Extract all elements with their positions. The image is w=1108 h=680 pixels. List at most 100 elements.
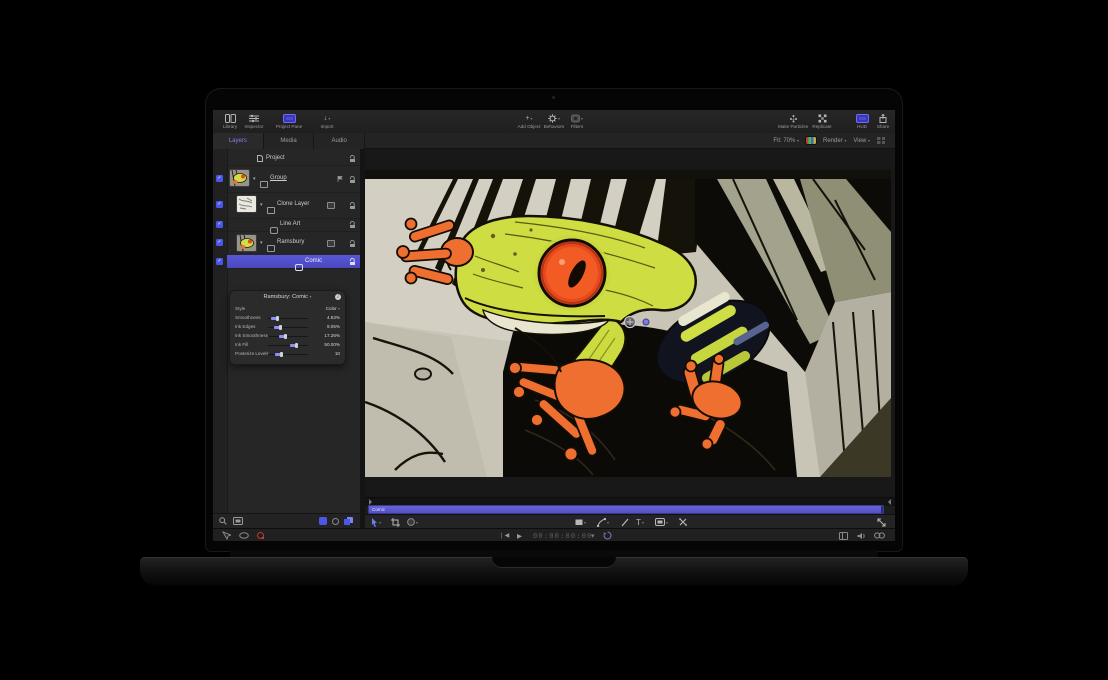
play-range-out-marker[interactable]: [888, 499, 891, 505]
disclosure-triangle-icon[interactable]: ▾: [253, 176, 256, 182]
hud-title[interactable]: Ramsbury: Comic ▾: [230, 294, 345, 300]
chevron-down-icon: ▾: [379, 520, 381, 525]
hud-button[interactable]: HUD: [851, 111, 873, 132]
layer-row-clone-layer[interactable]: ✓ ▾ Clone Layer: [213, 192, 360, 219]
play-button[interactable]: ▶: [517, 529, 522, 541]
layer-row-ramsbury[interactable]: ✓ ▾ Ramsbury: [213, 231, 360, 256]
tab-layers[interactable]: Layers: [213, 133, 264, 149]
replicate-button[interactable]: Replicate: [809, 111, 835, 132]
pen-icon: [597, 518, 606, 527]
add-object-icon: +: [525, 114, 529, 124]
canvas[interactable]: [365, 149, 895, 497]
loop-playback-button[interactable]: [603, 529, 612, 541]
diagonal-arrows-icon: [877, 518, 886, 527]
mask-tool[interactable]: [679, 515, 687, 529]
lock-icon[interactable]: [349, 155, 355, 162]
new-camera-button[interactable]: [332, 518, 339, 525]
canvas-status-bar: Fit: 70% ▾ Render ▾ View ▾: [365, 133, 895, 149]
timeline-zoom-control[interactable]: [877, 515, 886, 529]
layers-panel-footer: [213, 513, 360, 529]
lock-icon[interactable]: [349, 258, 355, 265]
render-badge-icon[interactable]: [327, 202, 335, 209]
info-icon[interactable]: i: [335, 294, 341, 300]
lock-icon[interactable]: [349, 240, 355, 247]
clone-layer-checkbox[interactable]: ✓: [216, 201, 223, 208]
layer-row-project[interactable]: Project: [213, 151, 360, 166]
share-button[interactable]: Share: [873, 111, 893, 132]
color-channels-swatch[interactable]: [806, 137, 816, 144]
play-icon: ▶: [517, 532, 522, 540]
render-badge-icon[interactable]: [327, 240, 335, 247]
group-checkbox[interactable]: ✓: [216, 175, 223, 182]
make-particles-button[interactable]: Make Particles: [775, 111, 811, 132]
project-pane-icon: [283, 114, 296, 123]
smoothness-slider[interactable]: [268, 315, 308, 321]
timeline-clip-comic[interactable]: Comic: [368, 505, 884, 514]
flag-icon[interactable]: [337, 176, 343, 182]
posterize-levels-slider[interactable]: [268, 351, 308, 357]
paint-stroke-tool[interactable]: ▾: [407, 515, 418, 529]
loop-icon[interactable]: [874, 529, 885, 541]
layer-row-comic[interactable]: Comic: [227, 255, 360, 269]
ramsbury-checkbox[interactable]: ✓: [216, 239, 223, 246]
keyframe-tool-icon[interactable]: [222, 529, 231, 541]
tab-audio[interactable]: Audio: [314, 133, 365, 149]
layer-row-group[interactable]: ✓ ▾ Group: [213, 166, 360, 193]
select-transform-tool[interactable]: ▾: [371, 515, 381, 529]
search-icon[interactable]: [219, 517, 227, 525]
lock-icon[interactable]: [349, 176, 355, 183]
ink-smoothness-slider[interactable]: [268, 333, 308, 339]
record-button[interactable]: [257, 529, 264, 541]
ink-fill-slider[interactable]: [268, 342, 308, 348]
project-pane-button[interactable]: Project Pane: [269, 111, 309, 132]
show-timeline-button[interactable]: [839, 529, 848, 541]
comic-checkbox[interactable]: ✓: [216, 258, 223, 265]
inspector-button[interactable]: Inspector: [241, 111, 267, 132]
chevron-down-icon: ▾: [666, 520, 668, 525]
filters-button[interactable]: ▾ Filters: [565, 111, 589, 132]
filter-icon: [295, 259, 303, 277]
chevron-down-icon: ▾: [416, 520, 418, 525]
lock-icon[interactable]: [349, 202, 355, 209]
ink-edges-slider[interactable]: [268, 324, 308, 330]
import-button[interactable]: ↓▾ Import: [313, 111, 341, 132]
ramsbury-thumbnail: [237, 235, 256, 251]
clip-trim-handle[interactable]: [881, 506, 883, 513]
go-to-start-button[interactable]: |◀: [501, 529, 509, 541]
main-toolbar: Library Inspector Project Pane ↓▾ Import…: [213, 110, 895, 134]
zoom-level-popup[interactable]: Fit: 70% ▾: [773, 138, 799, 144]
behaviors-button[interactable]: ▾ Behaviors: [541, 111, 567, 132]
hud-row-ink-fill: Ink Fill 50.00%: [230, 341, 345, 350]
lock-icon[interactable]: [349, 221, 355, 228]
hud-panel[interactable]: Ramsbury: Comic ▾ i Style Color ▾ Smooth…: [230, 291, 345, 364]
image-mask-tool[interactable]: ▾: [655, 515, 668, 529]
timecode-display[interactable]: 00:00:00:00: [533, 529, 593, 541]
animation-menu-icon[interactable]: [239, 529, 249, 541]
layer-row-line-art[interactable]: ✓ Line Art: [213, 218, 360, 232]
disclosure-triangle-icon[interactable]: ▾: [260, 240, 263, 246]
gear-icon: [548, 114, 557, 123]
style-popup[interactable]: Color ▾: [326, 306, 340, 311]
text-tool[interactable]: T ▾: [636, 515, 644, 529]
bezier-tool[interactable]: ▾: [597, 515, 609, 529]
tab-media[interactable]: Media: [264, 133, 315, 149]
shape-tool[interactable]: ▾: [575, 515, 586, 529]
timecode-popup-chevron[interactable]: ▾: [591, 529, 595, 541]
view-popup[interactable]: View ▾: [853, 138, 870, 144]
hud-row-ink-edges: Ink Edges 9.05%: [230, 323, 345, 332]
view-layout-icon[interactable]: [877, 137, 885, 144]
disclosure-triangle-icon[interactable]: ▾: [260, 202, 263, 208]
chevron-down-icon: ▾: [310, 294, 312, 299]
line-tool[interactable]: [621, 515, 629, 529]
render-popup[interactable]: Render ▾: [823, 138, 846, 144]
laptop-base: [140, 557, 968, 586]
share-icon: [879, 114, 887, 123]
new-layer-button[interactable]: [344, 517, 353, 525]
line-art-checkbox[interactable]: ✓: [216, 221, 223, 228]
filmstrip-view-icon[interactable]: [233, 517, 243, 525]
lid-notch: [492, 557, 616, 568]
library-button[interactable]: Library: [219, 111, 241, 132]
new-group-button[interactable]: [319, 517, 327, 525]
audio-mute-button[interactable]: [857, 529, 866, 541]
crop-tool[interactable]: [391, 515, 400, 529]
